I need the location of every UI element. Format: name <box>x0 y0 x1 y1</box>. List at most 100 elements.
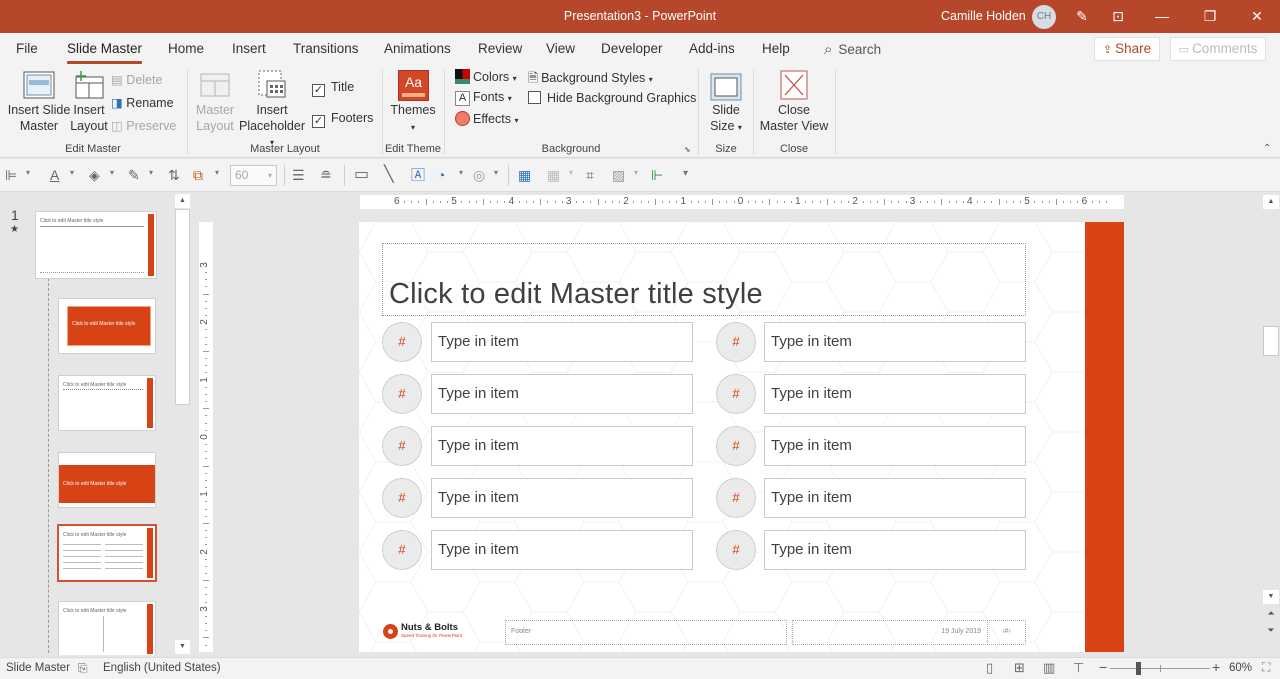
chevron-down-icon[interactable]: ▾ <box>70 168 74 177</box>
chevron-down-icon[interactable]: ▾ <box>459 168 463 177</box>
zoom-in-button[interactable]: + <box>1212 659 1220 675</box>
tab-help[interactable]: Help <box>762 41 790 56</box>
footers-checkbox[interactable]: ✓ Footers <box>312 111 373 128</box>
item-text-placeholder[interactable]: Type in item <box>764 530 1026 570</box>
slide-show-icon[interactable]: ⊤ <box>1073 660 1084 676</box>
tab-review[interactable]: Review <box>478 41 522 56</box>
item-number-badge[interactable]: # <box>716 374 756 414</box>
item-text-placeholder[interactable]: Type in item <box>764 374 1026 414</box>
crop-icon[interactable]: ⌗ <box>586 167 594 183</box>
zoom-out-button[interactable]: − <box>1099 659 1107 675</box>
next-slide-icon[interactable]: ⏷ <box>1263 625 1279 639</box>
master-layout-button[interactable]: Master Layout <box>192 69 238 137</box>
fonts-button[interactable]: A Fonts ▾ <box>455 90 512 106</box>
item-number-badge[interactable]: # <box>382 426 422 466</box>
shapes-icon[interactable]: ◔ <box>437 167 445 183</box>
close-icon[interactable]: ✕ <box>1246 6 1268 26</box>
tab-developer[interactable]: Developer <box>601 41 663 56</box>
accessibility-icon[interactable]: ⎘ <box>78 661 88 676</box>
thumbnail-layout-list-selected[interactable]: Click to edit Master title style <box>57 524 157 582</box>
background-styles-button[interactable]: 🗎 Background Styles ▾ <box>528 69 653 90</box>
tab-add-ins[interactable]: Add-ins <box>689 41 735 56</box>
preserve-button[interactable]: ◫ Preserve <box>111 118 176 133</box>
reading-view-icon[interactable]: ▥ <box>1043 660 1055 676</box>
tab-view[interactable]: View <box>546 41 575 56</box>
item-text-placeholder[interactable]: Type in item <box>431 478 693 518</box>
item-number-badge[interactable]: # <box>716 322 756 362</box>
item-text-placeholder[interactable]: Type in item <box>431 322 693 362</box>
chevron-down-icon[interactable]: ▾ <box>494 168 498 177</box>
date-placeholder[interactable]: 19 July 2019 <box>792 620 988 645</box>
comments-button[interactable]: ▭ Comments <box>1170 37 1266 61</box>
rectangle-icon[interactable]: ▭ <box>354 167 369 183</box>
tab-animations[interactable]: Animations <box>384 41 451 56</box>
tab-slide-master[interactable]: Slide Master <box>67 41 143 64</box>
thumbnail-slide-master[interactable]: Click to edit Master title style <box>35 211 157 279</box>
chevron-down-icon[interactable]: ▾ <box>215 168 219 177</box>
thumbnail-layout-title[interactable]: Click to edit Master title style <box>58 298 156 354</box>
restore-icon[interactable]: ❐ <box>1199 6 1221 26</box>
chevron-down-icon[interactable]: ▾ <box>634 168 638 177</box>
item-text-placeholder[interactable]: Type in item <box>764 478 1026 518</box>
thumbnail-layout-two-content[interactable]: Click to edit Master title style <box>58 601 156 655</box>
fit-slide-icon[interactable]: ⛶ <box>1262 660 1270 675</box>
scroll-up-icon[interactable]: ▲ <box>1263 195 1279 209</box>
align-icon[interactable]: ⊫ <box>5 167 17 183</box>
colors-button[interactable]: Colors ▾ <box>455 69 517 84</box>
user-name[interactable]: Camille Holden <box>941 9 1026 23</box>
customize-toolbar-icon[interactable]: ▾ <box>683 168 688 179</box>
align-middle-icon[interactable]: ≘ <box>320 167 332 183</box>
font-size-input[interactable]: 60 ▾ <box>230 165 277 186</box>
slide-canvas[interactable]: Click to edit Master title style # Type i… <box>359 222 1124 652</box>
tab-file[interactable]: File <box>16 41 38 56</box>
zoom-percent[interactable]: 60% <box>1229 662 1252 674</box>
footer-placeholder[interactable]: Footer <box>505 620 787 645</box>
scroll-down-icon[interactable]: ▼ <box>175 640 190 654</box>
chevron-down-icon[interactable]: ▾ <box>110 168 114 177</box>
tab-insert[interactable]: Insert <box>232 41 266 56</box>
chevron-down-icon[interactable]: ▾ <box>149 168 153 177</box>
delete-button[interactable]: ▤ Delete <box>111 72 162 87</box>
scroll-up-icon[interactable]: ▲ <box>175 194 190 208</box>
item-number-badge[interactable]: # <box>716 478 756 518</box>
title-checkbox[interactable]: ✓ Title <box>312 80 354 97</box>
scrollbar-thumb[interactable] <box>175 209 190 405</box>
insert-layout-button[interactable]: Insert Layout <box>70 69 108 137</box>
item-text-placeholder[interactable]: Type in item <box>431 374 693 414</box>
item-number-badge[interactable]: # <box>382 530 422 570</box>
shape-outline-icon[interactable]: ✎ <box>128 167 140 183</box>
item-text-placeholder[interactable]: Type in item <box>764 322 1026 362</box>
align-top-icon[interactable]: ☰ <box>292 167 305 183</box>
text-box-icon[interactable]: 🄰 <box>411 167 425 183</box>
line-icon[interactable]: ╲ <box>384 167 394 183</box>
thumbnails-scrollbar[interactable]: ▲ ▼ <box>174 193 191 655</box>
item-text-placeholder[interactable]: Type in item <box>431 426 693 466</box>
merge-shapes-icon[interactable]: ◎ <box>473 167 485 183</box>
arrange-icon[interactable]: ⧉ <box>193 167 203 183</box>
guides-icon[interactable]: ⊩ <box>651 167 663 183</box>
item-text-placeholder[interactable]: Type in item <box>431 530 693 570</box>
tab-transitions[interactable]: Transitions <box>293 41 359 56</box>
normal-view-icon[interactable]: ▯ <box>986 660 993 676</box>
zoom-slider-thumb[interactable] <box>1135 662 1141 675</box>
thumbnail-layout-section[interactable]: Click to edit Master title style <box>58 452 156 508</box>
chevron-down-icon[interactable]: ▾ <box>26 168 30 177</box>
table-grid-icon[interactable]: ▦ <box>547 167 560 183</box>
slide-scrollbar[interactable]: ▲ ▼ ⏶ ⏷ <box>1262 193 1280 655</box>
ribbon-display-icon[interactable]: ⊡ <box>1107 6 1129 26</box>
shape-fill-icon[interactable]: ◈ <box>89 167 100 183</box>
item-number-badge[interactable]: # <box>716 530 756 570</box>
item-number-badge[interactable]: # <box>382 374 422 414</box>
pen-icon[interactable]: ✎ <box>1071 6 1093 26</box>
text-direction-icon[interactable]: ⇅ <box>168 167 180 183</box>
search-box[interactable]: ⌕ Search <box>824 41 881 58</box>
item-number-badge[interactable]: # <box>382 478 422 518</box>
picture-icon[interactable]: ▨ <box>612 167 625 183</box>
chevron-down-icon[interactable]: ▾ <box>569 168 573 177</box>
thumbnail-layout-content[interactable]: Click to edit Master title style <box>58 375 156 431</box>
scrollbar-thumb[interactable] <box>1263 326 1279 356</box>
share-button[interactable]: ⇪ Share <box>1094 37 1160 61</box>
title-placeholder[interactable]: Click to edit Master title style <box>382 243 1026 316</box>
tab-home[interactable]: Home <box>168 41 204 56</box>
language[interactable]: English (United States) <box>103 662 221 674</box>
